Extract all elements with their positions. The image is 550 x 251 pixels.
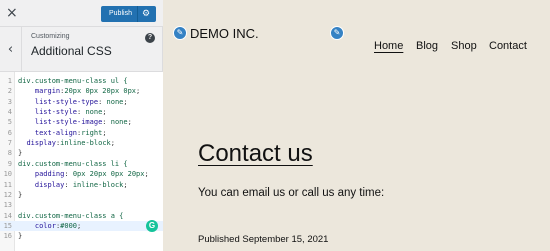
line-number: 5 — [7, 118, 12, 127]
code-text: color:#000; — [34, 221, 82, 230]
code-line[interactable]: 3 list-style-type: none; — [0, 97, 163, 107]
line-number: 12 — [3, 190, 12, 199]
line-number: 13 — [3, 201, 12, 210]
line-number: 7 — [7, 139, 12, 148]
site-title[interactable]: DEMO INC. — [190, 26, 259, 41]
code-line[interactable]: 14 div.custom-menu-class a { — [0, 211, 163, 221]
nav-item-blog[interactable]: Blog — [416, 40, 438, 52]
section-header: ‹ Customizing Additional CSS ? — [0, 27, 163, 72]
code-text: div.custom-menu-class li { — [18, 159, 128, 168]
grammarly-icon[interactable]: G — [146, 220, 158, 232]
customizer-header: × Publish ⚙ — [0, 0, 163, 27]
publish-button[interactable]: Publish ⚙ — [101, 6, 156, 22]
code-line[interactable]: 15 color:#000; — [0, 220, 163, 231]
code-line[interactable]: 6 text-align:right; — [0, 128, 163, 138]
code-line[interactable]: 1 div.custom-menu-class ul { — [0, 76, 163, 86]
code-line[interactable]: 13 — [0, 200, 163, 210]
line-number: 1 — [7, 77, 12, 85]
section-title: Additional CSS — [31, 44, 112, 58]
breadcrumb: Customizing — [31, 33, 70, 40]
publish-label: Publish — [109, 10, 132, 17]
code-line[interactable]: 11 display: inline-block; — [0, 180, 163, 190]
code-text: list-style-image: none; — [34, 118, 132, 127]
css-code-editor[interactable]: 1 div.custom-menu-class ul {2 margin:20px… — [0, 72, 163, 251]
line-number: 2 — [7, 87, 12, 96]
back-button[interactable]: ‹ — [0, 27, 22, 71]
code-text: } — [18, 149, 23, 158]
nav-item-contact[interactable]: Contact — [489, 40, 527, 52]
line-number: 11 — [3, 180, 12, 189]
code-text: list-style-type: none; — [34, 97, 128, 106]
line-number: 10 — [3, 170, 12, 179]
line-number: 15 — [3, 221, 12, 230]
gear-icon[interactable]: ⚙ — [142, 7, 150, 21]
customizer-panel: × Publish ⚙ ‹ Customizing Additional CSS… — [0, 0, 163, 251]
code-line[interactable]: 2 margin:20px 0px 20px 0px; — [0, 86, 163, 96]
page-title: Contact us — [198, 140, 313, 167]
edit-menu-icon[interactable]: ✎ — [330, 26, 344, 40]
line-number: 16 — [3, 232, 12, 241]
code-line[interactable]: 16} — [0, 231, 163, 241]
code-text: margin:20px 0px 20px 0px; — [34, 87, 141, 96]
code-text: div.custom-menu-class ul { — [18, 77, 128, 85]
line-number: 6 — [7, 128, 12, 137]
published-date: Published September 15, 2021 — [198, 234, 329, 245]
nav-item-home[interactable]: Home — [374, 40, 403, 52]
code-text: } — [18, 232, 23, 241]
nav-item-shop[interactable]: Shop — [451, 40, 477, 52]
code-text: padding: 0px 20px 0px 20px; — [34, 170, 149, 179]
code-line[interactable]: 10 padding: 0px 20px 0px 20px; — [0, 169, 163, 179]
line-number: 8 — [7, 149, 12, 158]
code-text: text-align:right; — [34, 128, 107, 137]
line-number: 9 — [7, 159, 12, 168]
code-line[interactable]: 4 list-style: none; — [0, 107, 163, 117]
help-icon[interactable]: ? — [145, 33, 155, 43]
code-line[interactable]: 12} — [0, 190, 163, 200]
code-line[interactable]: 8} — [0, 148, 163, 158]
code-text: display: inline-block; — [34, 180, 128, 189]
code-text: div.custom-menu-class a { — [18, 211, 124, 220]
code-text: display:inline-block; — [26, 139, 115, 148]
line-number: 4 — [7, 108, 12, 117]
chevron-left-icon: ‹ — [7, 41, 14, 57]
code-line[interactable]: 5 list-style-image: none; — [0, 117, 163, 127]
code-line[interactable]: 9 div.custom-menu-class li { — [0, 159, 163, 169]
line-number: 14 — [3, 211, 12, 220]
close-icon[interactable]: × — [6, 4, 18, 22]
code-line[interactable]: 7 display:inline-block; — [0, 138, 163, 148]
edit-site-title-icon[interactable]: ✎ — [173, 26, 187, 40]
code-text: list-style: none; — [34, 108, 107, 117]
line-number: 3 — [7, 97, 12, 106]
intro-text: You can email us or call us any time: — [198, 187, 385, 199]
publish-divider — [137, 6, 138, 22]
code-text: } — [18, 190, 23, 199]
